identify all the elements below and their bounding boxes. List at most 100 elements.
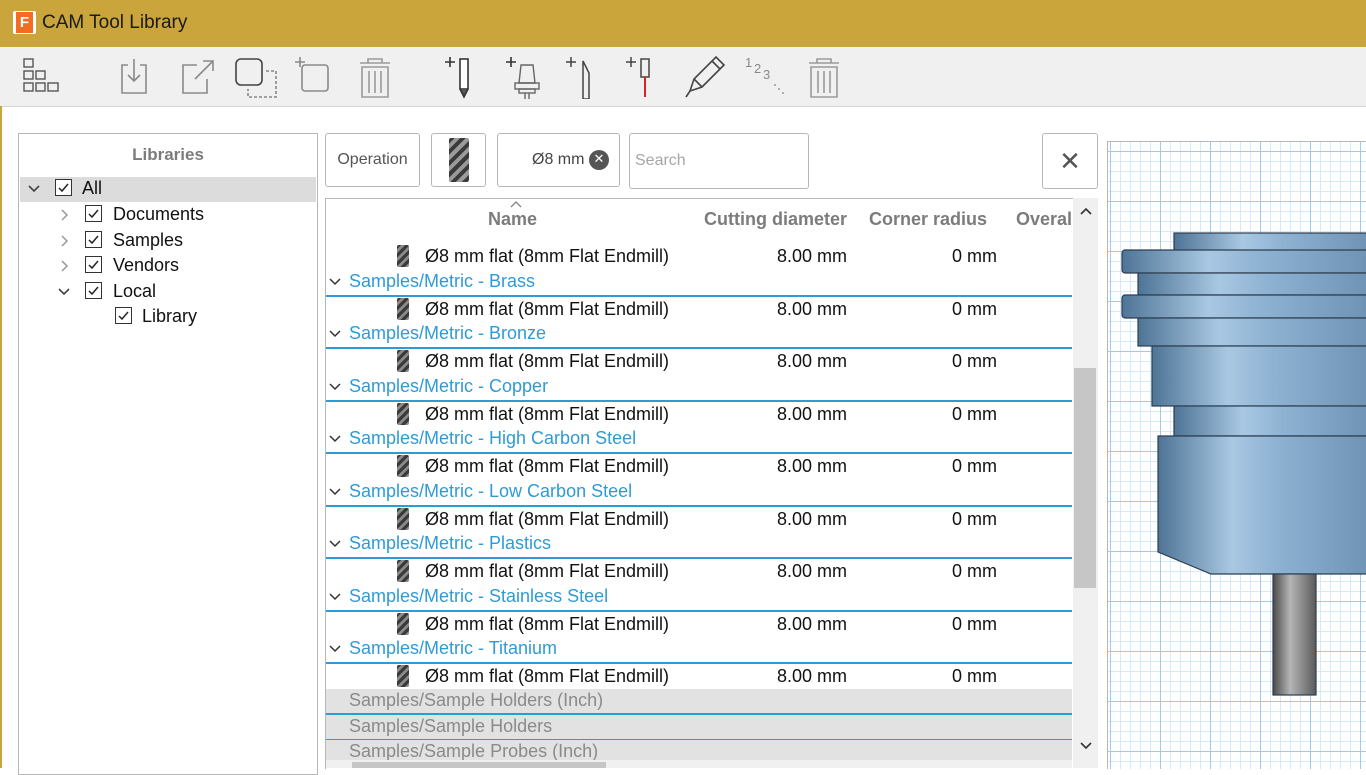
group-row[interactable]: Samples/Metric - Bronze: [326, 321, 1072, 349]
search-input[interactable]: [629, 133, 809, 189]
group-label: Samples/Sample Holders: [349, 716, 553, 736]
duplicate-library-icon[interactable]: [234, 53, 280, 99]
chevron-down-icon[interactable]: [329, 433, 341, 445]
table-row[interactable]: Ø8 mm flat (8mm Flat Endmill) 8.00 mm 0 …: [326, 454, 1074, 480]
group-label: Samples/Metric - High Carbon Steel: [349, 428, 637, 448]
checkbox-all[interactable]: [55, 179, 72, 196]
checkbox-documents[interactable]: [85, 205, 102, 222]
new-turning-tool-icon[interactable]: [565, 53, 611, 99]
edit-tool-icon[interactable]: [682, 53, 728, 99]
column-header-corner-radius[interactable]: Corner radius: [869, 209, 987, 230]
scroll-down-icon[interactable]: [1079, 741, 1093, 751]
tree-item-all[interactable]: All: [20, 177, 316, 202]
renumber-icon[interactable]: 1 2 3: [743, 53, 789, 99]
tree-item-label: Local: [113, 281, 157, 301]
tool-corner-radius: 0 mm: [952, 299, 997, 319]
chevron-down-icon[interactable]: [27, 182, 41, 196]
scrollbar-thumb[interactable]: [1074, 368, 1096, 588]
tree-item-label: All: [82, 178, 103, 198]
collapsed-group-row[interactable]: Samples/Sample Holders (Inch): [326, 689, 1072, 715]
tool-cutting-diameter: 8.00 mm: [776, 246, 847, 266]
group-row[interactable]: Samples/Metric - Copper: [326, 374, 1072, 402]
vertical-scrollbar[interactable]: [1073, 198, 1098, 768]
chevron-right-icon[interactable]: [57, 208, 71, 222]
chevron-down-icon[interactable]: [329, 591, 341, 603]
table-row[interactable]: Ø8 mm flat (8mm Flat Endmill) 8.00 mm 0 …: [326, 612, 1074, 638]
checkbox-samples[interactable]: [85, 231, 102, 248]
close-icon: ✕: [1059, 146, 1081, 176]
tool-name: Ø8 mm flat (8mm Flat Endmill): [425, 666, 670, 686]
collapsed-group-row[interactable]: Samples/Sample Holders: [326, 715, 1072, 741]
column-header-name[interactable]: Name: [488, 209, 537, 230]
chevron-down-icon[interactable]: [329, 643, 341, 655]
tool-type-filter-button[interactable]: [431, 133, 486, 187]
chevron-down-icon[interactable]: [329, 486, 341, 498]
tool-name: Ø8 mm flat (8mm Flat Endmill): [425, 299, 670, 319]
tree-item-documents[interactable]: Documents: [20, 203, 316, 228]
flat-endmill-icon: [397, 613, 409, 635]
delete-tool-icon[interactable]: [801, 53, 847, 99]
export-icon[interactable]: [173, 53, 219, 99]
group-row[interactable]: Samples/Metric - Plastics: [326, 531, 1072, 559]
horizontal-scrollbar[interactable]: [326, 760, 1072, 768]
tool-corner-radius: 0 mm: [952, 404, 997, 424]
checkbox-local[interactable]: [85, 282, 102, 299]
chevron-down-icon[interactable]: [329, 328, 341, 340]
checkbox-library[interactable]: [115, 307, 132, 324]
library-tree-icon[interactable]: [18, 53, 64, 99]
group-row[interactable]: Samples/Metric - Brass: [326, 269, 1072, 297]
window-frame: [0, 106, 2, 768]
scroll-up-icon[interactable]: [1079, 206, 1093, 216]
tool-holder-graphic: [1121, 232, 1366, 696]
group-label: Samples/Metric - Titanium: [349, 638, 558, 658]
tool-name: Ø8 mm flat (8mm Flat Endmill): [425, 246, 670, 266]
flat-endmill-icon: [397, 298, 409, 320]
svg-text:3: 3: [763, 67, 770, 82]
window-title: CAM Tool Library: [42, 12, 188, 33]
import-icon[interactable]: [112, 53, 158, 99]
tool-name: Ø8 mm flat (8mm Flat Endmill): [425, 351, 670, 371]
checkbox-vendors[interactable]: [85, 256, 102, 273]
new-mill-tool-icon[interactable]: [444, 53, 490, 99]
tree-item-vendors[interactable]: Vendors: [20, 254, 316, 279]
tree-item-label: Library: [142, 306, 198, 326]
operation-filter-button[interactable]: Operation: [325, 133, 420, 187]
column-header-overall-length[interactable]: Overal: [1016, 209, 1072, 230]
group-row[interactable]: Samples/Metric - Low Carbon Steel: [326, 479, 1072, 507]
remove-filter-icon[interactable]: ✕: [589, 150, 609, 170]
diameter-filter-chip[interactable]: Ø8 mm ✕: [497, 133, 620, 187]
table-row[interactable]: Ø8 mm flat (8mm Flat Endmill) 8.00 mm 0 …: [326, 402, 1074, 428]
group-row[interactable]: Samples/Metric - Stainless Steel: [326, 584, 1072, 612]
column-header-cutting-diameter[interactable]: Cutting diameter: [704, 209, 847, 230]
tool-name: Ø8 mm flat (8mm Flat Endmill): [425, 509, 670, 529]
table-row[interactable]: Ø8 mm flat (8mm Flat Endmill) 8.00 mm 0 …: [326, 559, 1074, 585]
diameter-chip-label: Ø8 mm: [532, 151, 585, 168]
table-row[interactable]: Ø8 mm flat (8mm Flat Endmill) 8.00 mm 0 …: [326, 349, 1074, 375]
group-label: Samples/Metric - Stainless Steel: [349, 586, 609, 606]
chevron-down-icon[interactable]: [57, 285, 71, 299]
scrollbar-thumb[interactable]: [352, 762, 606, 768]
table-row[interactable]: Ø8 mm flat (8mm Flat Endmill) 8.00 mm 0 …: [326, 297, 1074, 323]
table-row[interactable]: Ø8 mm flat (8mm Flat Endmill) 8.00 mm 0 …: [326, 244, 1074, 270]
chevron-right-icon[interactable]: [57, 259, 71, 273]
group-row[interactable]: Samples/Metric - High Carbon Steel: [326, 426, 1072, 454]
table-row[interactable]: Ø8 mm flat (8mm Flat Endmill) 8.00 mm 0 …: [326, 507, 1074, 533]
toolbar: 1 2 3: [0, 47, 1366, 107]
new-holder-icon[interactable]: [505, 53, 551, 99]
table-row[interactable]: Ø8 mm flat (8mm Flat Endmill) 8.00 mm 0 …: [326, 664, 1074, 690]
chevron-right-icon[interactable]: [57, 234, 71, 248]
chevron-down-icon[interactable]: [329, 538, 341, 550]
new-library-icon[interactable]: [294, 53, 340, 99]
tree-item-local[interactable]: Local: [20, 280, 316, 305]
tree-item-samples[interactable]: Samples: [20, 229, 316, 254]
tool-cutting-diameter: 8.00 mm: [776, 561, 847, 581]
chevron-down-icon[interactable]: [329, 276, 341, 288]
tree-item-library[interactable]: Library: [20, 305, 316, 330]
new-probe-icon[interactable]: [625, 53, 671, 99]
flat-endmill-icon: [397, 403, 409, 425]
clear-filters-button[interactable]: ✕: [1042, 133, 1098, 189]
group-row[interactable]: Samples/Metric - Titanium: [326, 636, 1072, 664]
chevron-down-icon[interactable]: [329, 381, 341, 393]
delete-library-icon[interactable]: [352, 53, 398, 99]
tool-name: Ø8 mm flat (8mm Flat Endmill): [425, 456, 670, 476]
